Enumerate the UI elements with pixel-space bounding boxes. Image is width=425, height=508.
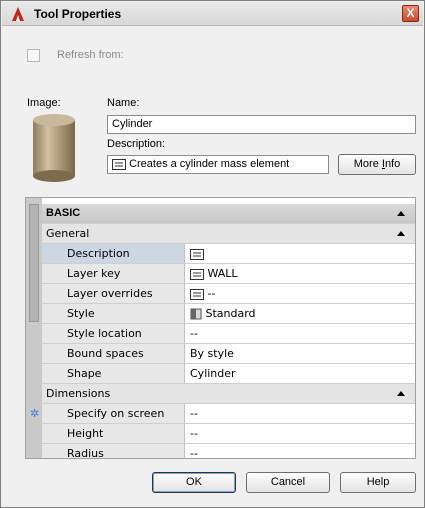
- ok-button[interactable]: OK: [152, 472, 236, 493]
- property-row-layer-key[interactable]: Layer key WALL: [42, 264, 415, 284]
- refresh-checkbox[interactable]: [27, 49, 40, 62]
- description-text: Creates a cylinder mass element: [129, 158, 290, 170]
- tool-properties-dialog: Tool Properties X Refresh from: Image: N…: [0, 0, 425, 508]
- refresh-label: Refresh from:: [57, 49, 124, 61]
- cancel-button[interactable]: Cancel: [246, 472, 330, 493]
- property-value[interactable]: --: [186, 324, 415, 343]
- property-value[interactable]: WALL: [186, 264, 415, 283]
- note-icon[interactable]: [190, 248, 204, 260]
- property-value[interactable]: Cylinder: [186, 364, 415, 383]
- property-value-text: Standard: [205, 307, 256, 320]
- section-general[interactable]: General: [42, 224, 415, 244]
- note-icon[interactable]: [190, 268, 204, 280]
- window-title: Tool Properties: [34, 7, 122, 21]
- property-name: Bound spaces: [42, 344, 185, 363]
- category-basic[interactable]: BASIC: [42, 204, 415, 224]
- property-value[interactable]: --: [186, 284, 415, 303]
- property-name: Height: [42, 424, 185, 443]
- collapse-icon[interactable]: [397, 211, 405, 216]
- name-label: Name:: [107, 97, 140, 109]
- property-name: Radius: [42, 444, 185, 458]
- property-row-style[interactable]: Style Standard: [42, 304, 415, 324]
- property-row-layer-overrides[interactable]: Layer overrides --: [42, 284, 415, 304]
- collapse-icon[interactable]: [397, 231, 405, 236]
- section-label: General: [46, 227, 90, 240]
- property-name: Layer key: [42, 264, 185, 283]
- property-row-radius[interactable]: Radius --: [42, 444, 415, 458]
- property-row-description[interactable]: Description: [42, 244, 415, 264]
- scroll-thumb[interactable]: [29, 204, 39, 322]
- property-value[interactable]: [186, 244, 415, 263]
- asterisk-icon: ✲: [30, 407, 40, 420]
- property-value[interactable]: Standard: [186, 304, 415, 323]
- app-logo-icon: [12, 7, 24, 21]
- description-input[interactable]: Creates a cylinder mass element: [107, 155, 329, 174]
- title-bar[interactable]: Tool Properties X: [2, 2, 423, 26]
- category-label: BASIC: [46, 207, 81, 219]
- property-name: Description: [42, 244, 185, 263]
- property-value[interactable]: --: [186, 404, 415, 423]
- help-button[interactable]: Help: [340, 472, 416, 493]
- note-icon: [112, 158, 126, 170]
- property-name: Specify on screen: [42, 404, 185, 423]
- collapse-icon[interactable]: [397, 391, 405, 396]
- style-icon: [190, 308, 202, 320]
- more-info-button[interactable]: More Info: [338, 154, 416, 175]
- close-button[interactable]: X: [402, 5, 419, 22]
- property-value[interactable]: --: [186, 444, 415, 458]
- property-value-text: --: [207, 287, 216, 300]
- image-label: Image:: [27, 97, 61, 109]
- section-label: Dimensions: [46, 387, 111, 400]
- cylinder-preview-image: [33, 114, 75, 182]
- close-icon: X: [406, 6, 415, 20]
- name-input[interactable]: Cylinder: [107, 115, 416, 134]
- property-row-style-location[interactable]: Style location --: [42, 324, 415, 344]
- property-name: Layer overrides: [42, 284, 185, 303]
- property-name: Style location: [42, 324, 185, 343]
- property-row-height[interactable]: Height --: [42, 424, 415, 444]
- property-value[interactable]: --: [186, 424, 415, 443]
- property-name: Shape: [42, 364, 185, 383]
- property-value[interactable]: By style: [186, 344, 415, 363]
- property-row-shape[interactable]: Shape Cylinder: [42, 364, 415, 384]
- property-grid: BASIC General Description Layer key WALL…: [25, 197, 416, 459]
- more-info-label-suffix: nfo: [384, 158, 401, 170]
- section-dimensions[interactable]: Dimensions: [42, 384, 415, 404]
- description-label: Description:: [107, 138, 166, 150]
- property-value-text: WALL: [207, 267, 238, 280]
- property-row-specify-on-screen[interactable]: ✲ Specify on screen --: [30, 404, 415, 424]
- more-info-label-prefix: More: [353, 158, 382, 170]
- property-name: Style: [42, 304, 185, 323]
- note-icon[interactable]: [190, 288, 204, 300]
- property-row-bound-spaces[interactable]: Bound spaces By style: [42, 344, 415, 364]
